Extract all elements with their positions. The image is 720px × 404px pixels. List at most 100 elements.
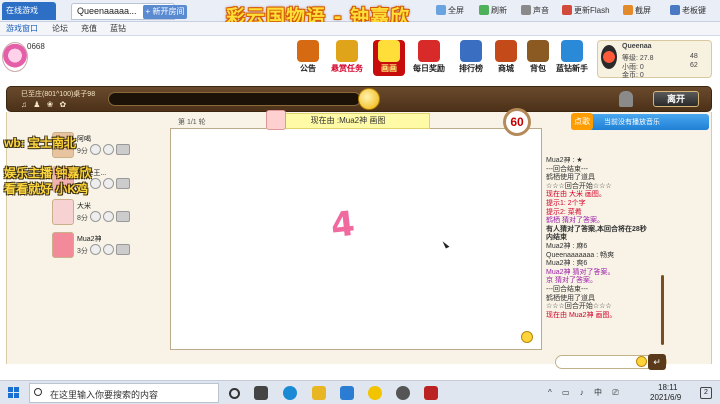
room-tool-icons[interactable]: ♫ ♟ ❀ ✿ bbox=[21, 100, 68, 109]
chat-scrollbar[interactable] bbox=[661, 275, 664, 345]
shop-icon bbox=[495, 40, 517, 62]
chat-message: ☆☆☆回合开始☆☆☆ bbox=[546, 303, 612, 311]
windows-start-icon[interactable] bbox=[8, 387, 20, 399]
user-info-card: Queenaa 等级: 27.8 48 小雨: 0 金币: 0 62 bbox=[597, 40, 712, 79]
update-flash-button[interactable]: 更新Flash bbox=[562, 5, 610, 18]
drawer-avatar bbox=[266, 110, 286, 130]
file-explorer-icon[interactable] bbox=[312, 386, 326, 400]
player-name: Mua2神 bbox=[77, 236, 102, 243]
room-message-box[interactable] bbox=[108, 92, 361, 106]
egg-icon[interactable] bbox=[103, 178, 114, 189]
player-slot[interactable]: Mua2神 3分 bbox=[52, 232, 150, 262]
notification-center-icon[interactable]: 2 bbox=[700, 387, 712, 399]
qq-avatar-icon bbox=[601, 45, 617, 69]
nav-forum[interactable]: 论坛 bbox=[52, 23, 68, 34]
recording-app-icon[interactable] bbox=[424, 386, 438, 400]
game-window: 在线游戏 Queenaaaaa... × + 新开房间 彩云国物语 - 钟嘉欣 … bbox=[0, 0, 720, 404]
camera-icon bbox=[623, 5, 633, 15]
player-slot[interactable]: 大米 8分 bbox=[52, 199, 150, 229]
gift-box-icon[interactable] bbox=[116, 178, 130, 189]
nav-blue-diamond[interactable]: 蓝钻 bbox=[110, 23, 126, 34]
nav-game-window[interactable]: 游戏窗口 bbox=[6, 23, 38, 34]
flower-icon[interactable] bbox=[90, 211, 101, 222]
qq-browser-icon[interactable] bbox=[368, 386, 382, 400]
egg-icon[interactable] bbox=[103, 211, 114, 222]
chat-message: Queenaaaaaaa : 畅爽 bbox=[546, 251, 615, 259]
chat-message: 鹤栖 猜对了答案。 bbox=[546, 217, 604, 225]
flower-icon[interactable] bbox=[90, 244, 101, 255]
sound-button[interactable]: 声音 bbox=[521, 5, 549, 18]
chat-message: ---回合结束--- bbox=[546, 165, 588, 173]
chat-log: Mua2神 : ★ ---回合结束--- 鹤栖使用了道具 ☆☆☆回合开始☆☆☆ 现在由 … bbox=[546, 157, 666, 347]
lock-icon[interactable] bbox=[619, 91, 633, 107]
hint-lightbulb-icon[interactable] bbox=[358, 88, 380, 110]
boss-key-button[interactable]: 老板键 bbox=[670, 5, 706, 18]
windows-taskbar: 在这里输入你要搜索的内容 ^ ▭ ♪ 中 ⎚ 18:11 2021/6/9 2 bbox=[0, 380, 720, 404]
refresh-button[interactable]: 刷新 bbox=[479, 5, 507, 18]
gift-icon bbox=[418, 40, 440, 62]
leave-button[interactable]: 离开 bbox=[653, 91, 699, 107]
system-tray[interactable]: ^ ▭ ♪ 中 ⎚ bbox=[548, 387, 623, 398]
leaderboard-icon bbox=[460, 40, 482, 62]
boss-key-icon bbox=[670, 5, 680, 15]
chat-message: 现在由 Mua2神 画图。 bbox=[546, 311, 617, 319]
clock-date[interactable]: 2021/6/9 bbox=[650, 393, 681, 402]
flower-icon[interactable] bbox=[90, 144, 101, 155]
chat-message: 提示1: 2个字 bbox=[546, 199, 586, 207]
menu-bounty-task[interactable]: 悬赏任务 bbox=[329, 40, 365, 76]
player-tools bbox=[90, 144, 150, 156]
player-score: 9分 bbox=[77, 148, 88, 155]
player-score: 8分 bbox=[77, 215, 88, 222]
gift-box-icon[interactable] bbox=[116, 211, 130, 222]
menu-daily-reward[interactable]: 每日奖励 bbox=[410, 40, 448, 76]
menu-leaderboard[interactable]: 排行榜 bbox=[455, 40, 487, 76]
emoji-icon[interactable] bbox=[636, 356, 647, 367]
menu-bag[interactable]: 背包 bbox=[522, 40, 554, 76]
store-icon[interactable] bbox=[340, 386, 354, 400]
drawer-banner: 现在由 :Mua2神 画图 bbox=[266, 113, 430, 129]
game-tab-label: Queenaaaaa... bbox=[77, 6, 137, 16]
browser-toolbar: 在线游戏 Queenaaaaa... × + 新开房间 彩云国物语 - 钟嘉欣 … bbox=[0, 0, 720, 28]
menu-notice[interactable]: 公告 bbox=[292, 40, 324, 76]
gift-box-icon[interactable] bbox=[116, 144, 130, 155]
gift-box-icon[interactable] bbox=[116, 244, 130, 255]
stream-overlay-note: 看看就好 小K鸡 bbox=[4, 182, 89, 196]
player-avatar bbox=[52, 232, 74, 258]
chat-message: 内结束 bbox=[546, 234, 567, 242]
user-avatar[interactable] bbox=[2, 42, 28, 72]
sub-navigation: 游戏窗口 论坛 充值 蓝钻 bbox=[0, 22, 720, 36]
nav-recharge[interactable]: 充值 bbox=[81, 23, 97, 34]
menu-vip-newbie[interactable]: 蓝钻新手 bbox=[553, 40, 591, 76]
chat-message: Mua2神 : 麻6 bbox=[546, 242, 588, 250]
user-name: Queenaa bbox=[622, 43, 652, 50]
cortana-icon[interactable] bbox=[229, 388, 240, 399]
user-gold: 金币: 0 bbox=[622, 72, 644, 79]
room-name: 巳至庄(801^100)桌子98 bbox=[21, 91, 96, 98]
menu-shop[interactable]: 商城 bbox=[490, 40, 522, 76]
stream-overlay-host: 娱乐主播 钟嘉欣 bbox=[4, 166, 92, 180]
fullscreen-button[interactable]: 全屏 bbox=[436, 5, 464, 18]
egg-icon[interactable] bbox=[103, 144, 114, 155]
flower-icon[interactable] bbox=[90, 178, 101, 189]
task-view-icon[interactable] bbox=[254, 386, 268, 400]
player-score: 3分 bbox=[77, 248, 88, 255]
chat-message: 现在由 大米 画图。 bbox=[546, 191, 606, 199]
new-room-button[interactable]: + 新开房间 bbox=[143, 5, 187, 19]
chat-message: Mua2神 : 爽6 bbox=[546, 260, 588, 268]
megaphone-icon bbox=[297, 40, 319, 62]
screenshot-button[interactable]: 截屏 bbox=[623, 5, 651, 18]
chat-message: 鹤栖使用了道具 bbox=[546, 174, 595, 182]
browser-tab[interactable]: 在线游戏 bbox=[2, 2, 56, 20]
egg-icon[interactable] bbox=[103, 244, 114, 255]
menu-draw[interactable]: 画画 bbox=[373, 40, 405, 76]
clock-time[interactable]: 18:11 bbox=[658, 383, 677, 392]
send-button[interactable]: ↵ bbox=[648, 354, 666, 370]
smiley-icon[interactable] bbox=[521, 331, 533, 343]
edge-icon[interactable] bbox=[283, 386, 297, 400]
taskbar-search-box[interactable]: 在这里输入你要搜索的内容 bbox=[29, 383, 219, 403]
game-app-icon[interactable] bbox=[396, 386, 410, 400]
bag-icon bbox=[527, 40, 549, 62]
request-song-button[interactable]: 点歌 bbox=[571, 113, 593, 130]
countdown-timer: 60 bbox=[503, 108, 531, 136]
player-avatar bbox=[52, 199, 74, 225]
